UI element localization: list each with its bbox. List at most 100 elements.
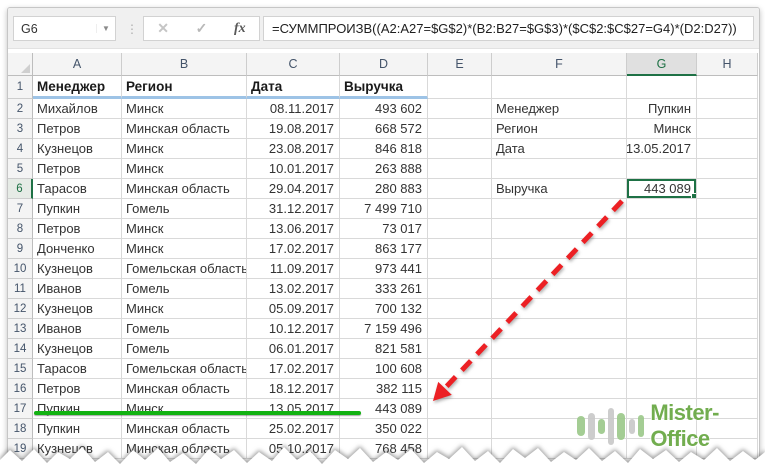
cell-B3[interactable]: Минская область (122, 119, 247, 139)
cell-H16[interactable] (697, 379, 758, 399)
cell-D11[interactable]: 333 261 (340, 279, 428, 299)
cell-F13[interactable] (492, 319, 627, 339)
name-box[interactable]: G6 ▼ (13, 16, 116, 41)
cell-A7[interactable]: Пупкин (33, 199, 122, 219)
cell-G14[interactable] (627, 339, 697, 359)
cell-H5[interactable] (697, 159, 758, 179)
cell-A13[interactable]: Иванов (33, 319, 122, 339)
cell-H4[interactable] (697, 139, 758, 159)
cell-D10[interactable]: 973 441 (340, 259, 428, 279)
cell-C10[interactable]: 11.09.2017 (247, 259, 340, 279)
cell-A3[interactable]: Петров (33, 119, 122, 139)
cell-G6[interactable]: 443 089 (627, 179, 697, 199)
row-header-7[interactable]: 7 (8, 199, 33, 219)
cell-E15[interactable] (428, 359, 492, 379)
cell-G12[interactable] (627, 299, 697, 319)
cell-A16[interactable]: Петров (33, 379, 122, 399)
cell-G16[interactable] (627, 379, 697, 399)
cell-C13[interactable]: 10.12.2017 (247, 319, 340, 339)
insert-function-icon[interactable]: fx (234, 21, 246, 37)
formula-bar[interactable]: =СУММПРОИЗВ((A2:A27=$G$2)*(B2:B27=$G$3)*… (263, 16, 754, 41)
cell-C15[interactable]: 17.02.2017 (247, 359, 340, 379)
cell-E8[interactable] (428, 219, 492, 239)
cell-E7[interactable] (428, 199, 492, 219)
row-header-2[interactable]: 2 (8, 99, 33, 119)
cell-A6[interactable]: Тарасов (33, 179, 122, 199)
row-header-5[interactable]: 5 (8, 159, 33, 179)
cell-B19[interactable]: Минская область (122, 439, 247, 459)
column-header-A[interactable]: A (33, 53, 122, 76)
row-header-16[interactable]: 16 (8, 379, 33, 399)
cell-D3[interactable]: 668 572 (340, 119, 428, 139)
cell-H2[interactable] (697, 99, 758, 119)
cell-B15[interactable]: Гомельская область (122, 359, 247, 379)
cell-H10[interactable] (697, 259, 758, 279)
cell-A12[interactable]: Кузнецов (33, 299, 122, 319)
cell-B10[interactable]: Гомельская область (122, 259, 247, 279)
cell-B11[interactable]: Гомель (122, 279, 247, 299)
cell-G10[interactable] (627, 259, 697, 279)
cell-F1[interactable] (492, 76, 627, 99)
cell-D18[interactable]: 350 022 (340, 419, 428, 439)
cell-A9[interactable]: Донченко (33, 239, 122, 259)
cell-B2[interactable]: Минск (122, 99, 247, 119)
cell-C4[interactable]: 23.08.2017 (247, 139, 340, 159)
cell-E12[interactable] (428, 299, 492, 319)
cell-G1[interactable] (627, 76, 697, 99)
cell-C5[interactable]: 10.01.2017 (247, 159, 340, 179)
cancel-icon[interactable]: ✕ (157, 20, 169, 37)
cell-F15[interactable] (492, 359, 627, 379)
cell-C8[interactable]: 13.06.2017 (247, 219, 340, 239)
row-header-1[interactable]: 1 (8, 76, 33, 99)
cell-H14[interactable] (697, 339, 758, 359)
cell-A18[interactable]: Пупкин (33, 419, 122, 439)
cell-F12[interactable] (492, 299, 627, 319)
cell-H12[interactable] (697, 299, 758, 319)
cell-D6[interactable]: 280 883 (340, 179, 428, 199)
cell-A11[interactable]: Иванов (33, 279, 122, 299)
cell-B4[interactable]: Минск (122, 139, 247, 159)
cell-H3[interactable] (697, 119, 758, 139)
cell-D16[interactable]: 382 115 (340, 379, 428, 399)
row-header-10[interactable]: 10 (8, 259, 33, 279)
cell-G15[interactable] (627, 359, 697, 379)
cell-B9[interactable]: Минск (122, 239, 247, 259)
cell-F9[interactable] (492, 239, 627, 259)
cell-F4[interactable]: Дата (492, 139, 627, 159)
cell-B17[interactable]: Минск (122, 399, 247, 419)
name-box-dropdown-icon[interactable]: ▼ (96, 24, 115, 33)
cell-F5[interactable] (492, 159, 627, 179)
cell-B16[interactable]: Минская область (122, 379, 247, 399)
cell-C7[interactable]: 31.12.2017 (247, 199, 340, 219)
row-header-8[interactable]: 8 (8, 219, 33, 239)
cell-D19[interactable]: 768 458 (340, 439, 428, 459)
cell-C1[interactable]: Дата (247, 76, 340, 99)
cell-C17[interactable]: 13.05.2017 (247, 399, 340, 419)
cell-A1[interactable]: Менеджер (33, 76, 122, 99)
cell-A8[interactable]: Петров (33, 219, 122, 239)
cell-G11[interactable] (627, 279, 697, 299)
cell-H11[interactable] (697, 279, 758, 299)
cell-E1[interactable] (428, 76, 492, 99)
cell-G8[interactable] (627, 219, 697, 239)
cell-H15[interactable] (697, 359, 758, 379)
row-header-18[interactable]: 18 (8, 419, 33, 439)
cell-C11[interactable]: 13.02.2017 (247, 279, 340, 299)
cell-B13[interactable]: Гомель (122, 319, 247, 339)
cell-F16[interactable] (492, 379, 627, 399)
cell-D14[interactable]: 821 581 (340, 339, 428, 359)
cell-D9[interactable]: 863 177 (340, 239, 428, 259)
cell-E5[interactable] (428, 159, 492, 179)
cell-H9[interactable] (697, 239, 758, 259)
name-box-value[interactable]: G6 (14, 22, 96, 36)
cell-G3[interactable]: Минск (627, 119, 697, 139)
cell-F2[interactable]: Менеджер (492, 99, 627, 119)
cell-G5[interactable] (627, 159, 697, 179)
cell-D1[interactable]: Выручка (340, 76, 428, 99)
column-header-H[interactable]: H (697, 53, 758, 76)
cell-F8[interactable] (492, 219, 627, 239)
row-header-17[interactable]: 17 (8, 399, 33, 419)
cell-G13[interactable] (627, 319, 697, 339)
row-header-15[interactable]: 15 (8, 359, 33, 379)
cell-B5[interactable]: Минск (122, 159, 247, 179)
